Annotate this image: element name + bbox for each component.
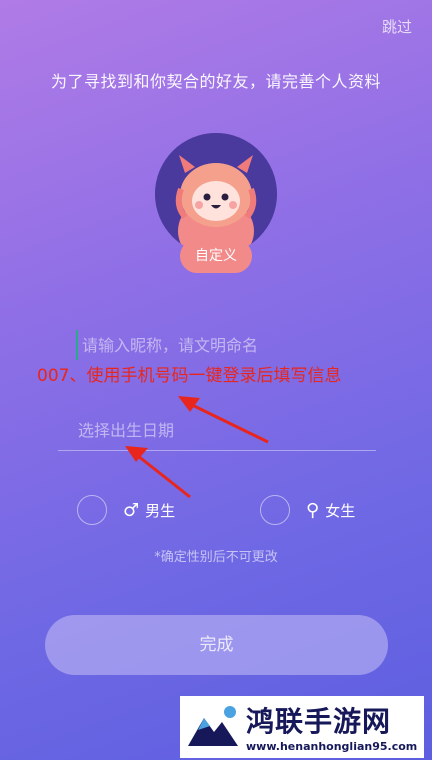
annotation-text: 007、使用手机号码一键登录后填写信息 xyxy=(37,366,342,386)
female-label: 女生 xyxy=(325,501,356,520)
page-tagline: 为了寻找到和你契合的好友，请完善个人资料 xyxy=(50,72,381,91)
gender-female-option[interactable]: ⚲ 女生 xyxy=(260,495,355,525)
customize-avatar-button[interactable]: 自定义 xyxy=(180,239,252,273)
monster-avatar-icon xyxy=(155,133,277,255)
male-label: 男生 xyxy=(145,501,176,520)
birth-date-placeholder: 选择出生日期 xyxy=(78,421,175,440)
brand-url: www.henanhonglian95.com xyxy=(246,740,418,753)
male-symbol-icon: ♂ xyxy=(123,499,140,521)
brand-watermark: 鸿联手游网 www.henanhonglian95.com xyxy=(180,696,424,758)
submit-button[interactable]: 完成 xyxy=(45,615,388,675)
skip-button[interactable]: 跳过 xyxy=(382,16,412,37)
nickname-input[interactable] xyxy=(76,330,366,360)
gender-male-option[interactable]: ♂ 男生 xyxy=(77,495,175,525)
gender-note: *确定性别后不可更改 xyxy=(154,550,278,565)
avatar[interactable] xyxy=(155,133,277,255)
brand-name: 鸿联手游网 xyxy=(246,705,392,738)
birth-date-field[interactable]: 选择出生日期 xyxy=(58,413,376,451)
brand-logo-icon xyxy=(184,700,240,754)
female-radio[interactable] xyxy=(260,495,290,525)
male-radio[interactable] xyxy=(77,495,107,525)
female-symbol-icon: ⚲ xyxy=(306,499,320,521)
